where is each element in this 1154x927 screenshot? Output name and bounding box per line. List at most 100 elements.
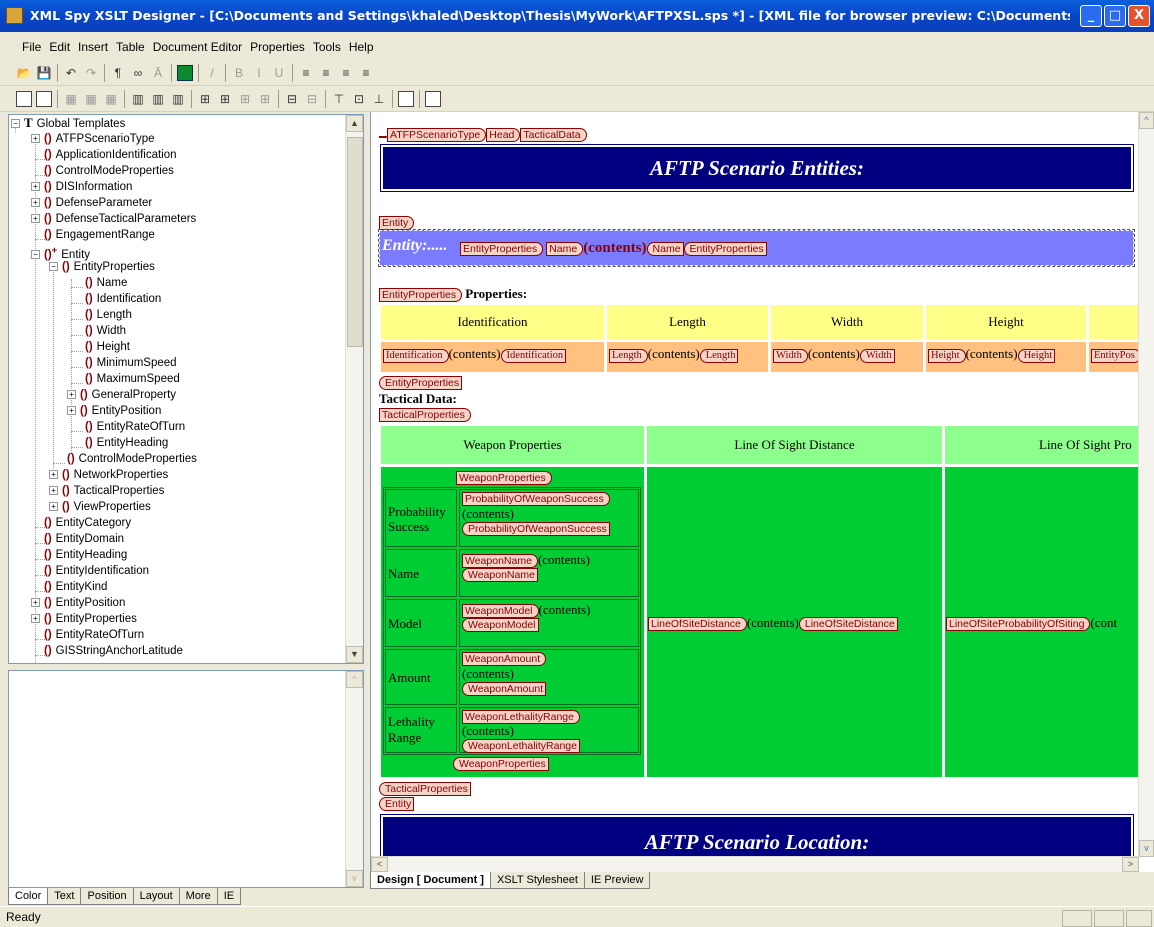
tree-node[interactable]: +() EntityPosition [67, 403, 161, 419]
tab-xslt-stylesheet[interactable]: XSLT Stylesheet [489, 872, 585, 889]
menu-tools[interactable]: Tools [309, 36, 345, 58]
scroll-down-icon[interactable]: v [346, 870, 363, 887]
tree-node[interactable]: () EntityDomain [44, 531, 124, 547]
join-right-icon[interactable]: ⊞ [217, 91, 233, 107]
tag-entityproperties-open[interactable]: EntityProperties [379, 288, 463, 302]
insert-row-icon[interactable]: ▦ [63, 91, 79, 107]
tree-node[interactable]: +() DefenseParameter [31, 195, 152, 211]
tag-tacticalproperties[interactable]: TacticalProperties [379, 408, 471, 422]
tree-node[interactable]: () EngagementRange [44, 227, 155, 243]
align-top-icon[interactable]: ⊤ [331, 91, 347, 107]
template-tree[interactable]: − T Global Templates +() ATFPScenarioType (… [8, 114, 364, 664]
delete-row-icon[interactable]: ▥ [130, 91, 146, 107]
tag-weaponproperties[interactable]: WeaponProperties [456, 471, 552, 485]
tree-node[interactable]: +() ATFPScenarioType [31, 131, 155, 147]
scroll-up-icon[interactable]: ▲ [346, 115, 363, 132]
design-vertical-scrollbar[interactable]: ^ v [1138, 112, 1154, 857]
tag-name-close[interactable]: Name [646, 242, 684, 256]
tree-root-global-templates[interactable]: − T Global Templates [11, 115, 125, 131]
maximize-button[interactable]: □ [1104, 5, 1126, 27]
cell-identification[interactable]: Identification (contents) Identification [381, 342, 604, 372]
scroll-thumb[interactable] [347, 137, 363, 347]
join-down-icon[interactable]: ⊞ [257, 91, 273, 107]
tab-ie[interactable]: IE [216, 888, 242, 905]
properties-scrollbar[interactable]: ^ v [345, 671, 363, 887]
tree-node[interactable]: () EntityRateOfTurn [85, 419, 185, 435]
tree-node[interactable]: +() EntityPosition [31, 595, 125, 611]
menu-document-editor[interactable]: Document Editor [149, 36, 246, 58]
align-bottom-icon[interactable]: ⊥ [371, 91, 387, 107]
menu-file[interactable]: File [18, 36, 45, 58]
weapon-row-value[interactable]: WeaponLethalityRange (contents) WeaponLeth… [459, 707, 639, 753]
tab-color[interactable]: Color [8, 888, 49, 905]
los-probability-cell[interactable]: LineOfSiteProbabilityOfSiting (cont [945, 467, 1139, 777]
tree-node[interactable]: () Width [85, 323, 126, 339]
tree-node[interactable]: () EntityKind [44, 579, 107, 595]
close-button[interactable]: X [1128, 5, 1150, 27]
undo-icon[interactable]: ↶ [63, 65, 79, 81]
tree-node[interactable]: () MaximumSpeed [85, 371, 180, 387]
italic-icon[interactable]: I [251, 65, 267, 81]
cell-height[interactable]: Height (contents) Height [926, 342, 1086, 372]
tree-node[interactable]: () Height [85, 339, 130, 355]
menu-help[interactable]: Help [345, 36, 378, 58]
align-right-icon[interactable]: ≡ [338, 65, 354, 81]
tree-node[interactable]: +() TacticalProperties [49, 483, 164, 499]
menu-insert[interactable]: Insert [74, 36, 112, 58]
tree-node[interactable]: () ControlModeProperties [67, 451, 197, 467]
align-middle-icon[interactable]: ⊡ [351, 91, 367, 107]
tag-entity-close[interactable]: Entity [379, 797, 415, 811]
cell-width[interactable]: Width (contents) Width [771, 342, 923, 372]
weapon-row-value[interactable]: ProbabilityOfWeaponSuccess (contents) Prob… [459, 489, 639, 547]
menu-properties[interactable]: Properties [246, 36, 309, 58]
tag-name[interactable]: Name [546, 242, 584, 256]
design-view[interactable]: ATFPScenarioType Head TacticalData AFTP Sc… [370, 112, 1154, 872]
append-row-icon[interactable]: ▦ [103, 91, 119, 107]
tree-node[interactable]: −() EntityProperties [49, 259, 155, 275]
open-icon[interactable]: 📂 [16, 65, 32, 81]
tag-entityproperties[interactable]: EntityProperties [460, 242, 544, 256]
tree-node-entity[interactable]: − ()+ Entity [31, 243, 90, 261]
cell-length[interactable]: Length (contents) Length [607, 342, 768, 372]
tab-text[interactable]: Text [47, 888, 82, 905]
tree-node[interactable]: +() DefenseTacticalParameters [31, 211, 196, 227]
tree-node[interactable]: () GISStringAnchorLatitude [44, 643, 183, 659]
link-icon[interactable]: ∞ [130, 65, 146, 81]
cell-entityposition[interactable]: EntityPos [1089, 342, 1139, 372]
weapon-row-value[interactable]: WeaponModel (contents) WeaponModel [459, 599, 639, 647]
tree-node[interactable]: +() ViewProperties [49, 499, 151, 515]
delete-column-icon[interactable]: ▥ [150, 91, 166, 107]
redo-icon[interactable]: ↷ [83, 65, 99, 81]
tag-tacticaldata[interactable]: TacticalData [520, 128, 587, 142]
split-vertical-icon[interactable]: ⊟ [304, 91, 320, 107]
split-horizontal-icon[interactable]: ⊟ [284, 91, 300, 107]
scroll-up-icon[interactable]: ^ [1139, 112, 1154, 129]
tag-entity[interactable]: Entity [379, 216, 415, 230]
scroll-left-icon[interactable]: < [371, 857, 388, 872]
borders-icon[interactable] [425, 91, 441, 107]
scroll-down-icon[interactable]: ▼ [346, 646, 363, 663]
tab-ie-preview[interactable]: IE Preview [583, 872, 651, 889]
weapon-row-value[interactable]: WeaponName (contents) WeaponName [459, 549, 639, 597]
tree-node[interactable]: () EntityRateOfTurn [44, 627, 144, 643]
tag-tacticalproperties-close[interactable]: TacticalProperties [379, 782, 471, 796]
tree-node[interactable]: +() EntityProperties [31, 611, 137, 627]
scroll-right-icon[interactable]: > [1122, 857, 1139, 872]
scroll-down-icon[interactable]: v [1139, 840, 1154, 857]
justify-icon[interactable]: ≡ [358, 65, 374, 81]
tree-node[interactable]: () ControlModeProperties [44, 163, 174, 179]
weapon-row-value[interactable]: WeaponAmount (contents) WeaponAmount [459, 649, 639, 705]
tree-node[interactable]: () Identification [85, 291, 161, 307]
tree-node[interactable]: +() DISInformation [31, 179, 132, 195]
minimize-button[interactable]: _ [1080, 5, 1102, 27]
join-left-icon[interactable]: ⊞ [197, 91, 213, 107]
tree-node[interactable]: +() NetworkProperties [49, 467, 168, 483]
tree-node[interactable]: () ApplicationIdentification [44, 147, 177, 163]
weapon-properties-cell[interactable]: WeaponProperties Probability Success Pro… [381, 467, 644, 777]
save-icon[interactable]: 💾 [36, 65, 52, 81]
properties-panel[interactable]: ^ v [8, 670, 364, 888]
los-distance-cell[interactable]: LineOfSiteDistance (contents) LineOfSiteDi… [647, 467, 942, 777]
join-up-icon[interactable]: ⊞ [237, 91, 253, 107]
align-center-icon[interactable]: ≡ [318, 65, 334, 81]
table-properties-icon[interactable] [398, 91, 414, 107]
